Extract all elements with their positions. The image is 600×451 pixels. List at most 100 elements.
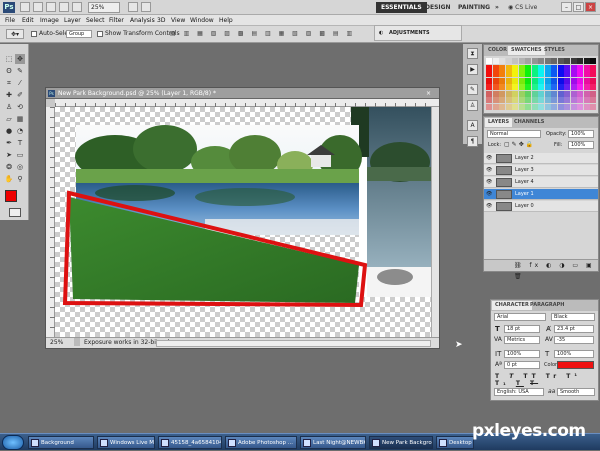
swatch[interactable] [544,103,551,110]
swatch[interactable] [518,97,525,103]
leading-input[interactable]: 23.4 pt [554,325,594,333]
taskbar-item[interactable]: 45158_4a6584104f... [158,436,222,449]
taskbar-item[interactable]: Windows Live Messe... [97,436,155,449]
tab-paragraph[interactable]: PARAGRAPH [527,301,567,310]
swatch[interactable] [551,64,557,71]
swatch[interactable] [590,84,596,90]
swatch[interactable] [492,58,499,64]
rotate-view-icon[interactable] [72,2,82,12]
swatch[interactable] [577,103,583,110]
swatch[interactable] [486,90,492,97]
visibility-eye-icon[interactable]: 👁 [486,167,492,173]
align-distribute-icons[interactable]: ▤ ▥ ▦ ▧ ▨ ▩ ▤ ▥ ▦ ▧ ▨ ▩ ▤ ▥ [170,30,360,39]
menu-image[interactable]: Image [40,16,59,25]
3d-rotate-icon[interactable]: ❂ [4,162,14,172]
swatch[interactable] [505,90,512,97]
swatch[interactable] [538,64,544,71]
gradient-tool-icon[interactable]: ▦ [15,114,25,124]
visibility-eye-icon[interactable]: 👁 [486,155,492,161]
swatch[interactable] [499,64,505,71]
swatch[interactable] [525,90,531,97]
swatch[interactable] [557,90,564,97]
vertical-scale-input[interactable]: 100% [504,350,540,358]
swatch[interactable] [499,77,505,84]
swatch[interactable] [525,103,531,110]
document-zoom-readout[interactable]: 25% [50,338,63,348]
workspace-more-icon[interactable]: » [490,2,504,13]
swatch[interactable] [583,58,590,64]
swatch[interactable] [525,71,531,77]
menu-layer[interactable]: Layer [64,16,81,25]
brush-tool-icon[interactable]: ✐ [15,90,25,100]
swatch[interactable] [518,84,525,90]
menu-select[interactable]: Select [86,16,105,25]
swatch[interactable] [531,84,538,90]
font-family-select[interactable]: Arial [494,313,546,321]
swatch[interactable] [538,90,544,97]
menu-analysis[interactable]: Analysis [130,16,155,25]
swatch[interactable] [570,64,577,71]
swatch[interactable] [551,97,557,103]
swatch[interactable] [486,71,492,77]
swatch[interactable] [512,71,518,77]
clone-source-panel-icon[interactable]: ♙ [467,100,478,111]
swatch[interactable] [557,103,564,110]
swatch[interactable] [492,97,499,103]
swatch[interactable] [531,64,538,71]
swatch[interactable] [590,64,596,71]
swatch[interactable] [492,84,499,90]
menu-help[interactable]: Help [219,16,233,25]
swatch[interactable] [583,71,590,77]
swatch[interactable] [512,97,518,103]
swatch[interactable] [557,77,564,84]
swatch[interactable] [564,77,570,84]
taskbar-item[interactable]: Desktop [436,436,474,449]
history-brush-icon[interactable]: ⟲ [15,102,25,112]
swatch[interactable] [590,97,596,103]
swatch[interactable] [538,58,544,64]
menu-window[interactable]: Window [190,16,214,25]
swatch[interactable] [531,103,538,110]
font-style-select[interactable]: Black [551,313,595,321]
menu-filter[interactable]: Filter [109,16,124,25]
swatch[interactable] [531,77,538,84]
swatch[interactable] [577,64,583,71]
layer-row[interactable]: 👁 Layer 1 [484,189,598,200]
swatch[interactable] [531,58,538,64]
close-icon[interactable]: × [585,2,596,12]
dodge-tool-icon[interactable]: ◔ [15,126,25,136]
zoom-tool-panel-icon[interactable]: ⚲ [15,174,25,184]
swatch[interactable] [590,77,596,84]
marquee-tool-icon[interactable]: ⬚ [4,54,14,64]
quick-mask-icon[interactable] [9,208,21,217]
adjustments-panel-tab[interactable]: ◐ ADJUSTMENTS [374,25,462,41]
screen-mode-icon[interactable] [141,2,151,12]
swatch[interactable] [570,90,577,97]
swatch[interactable] [486,84,492,90]
tab-styles[interactable]: STYLES [541,46,568,55]
swatch[interactable] [590,71,596,77]
visibility-eye-icon[interactable]: 👁 [486,191,492,197]
swatch[interactable] [570,58,577,64]
swatch[interactable] [525,84,531,90]
swatch[interactable] [505,84,512,90]
swatch[interactable] [538,97,544,103]
zoom-level-select[interactable]: 25% [88,2,120,13]
menu-file[interactable]: File [5,16,15,25]
swatch[interactable] [557,58,564,64]
swatch[interactable] [486,77,492,84]
swatch[interactable] [505,77,512,84]
swatch[interactable] [583,84,590,90]
vertical-ruler[interactable] [46,107,55,337]
swatch[interactable] [505,71,512,77]
document-tab[interactable]: Ps New Park Background.psd @ 25% (Layer … [46,88,439,99]
tab-channels[interactable]: CHANNELS [511,118,547,127]
swatch[interactable] [499,103,505,110]
swatch[interactable] [544,71,551,77]
baseline-input[interactable]: 0 pt [504,361,540,369]
swatch[interactable] [544,90,551,97]
character-panel-icon[interactable]: A [467,120,478,131]
swatch[interactable] [538,71,544,77]
swatch[interactable] [486,58,492,64]
taskbar-item[interactable]: Last Night@NEWBK... [300,436,366,449]
